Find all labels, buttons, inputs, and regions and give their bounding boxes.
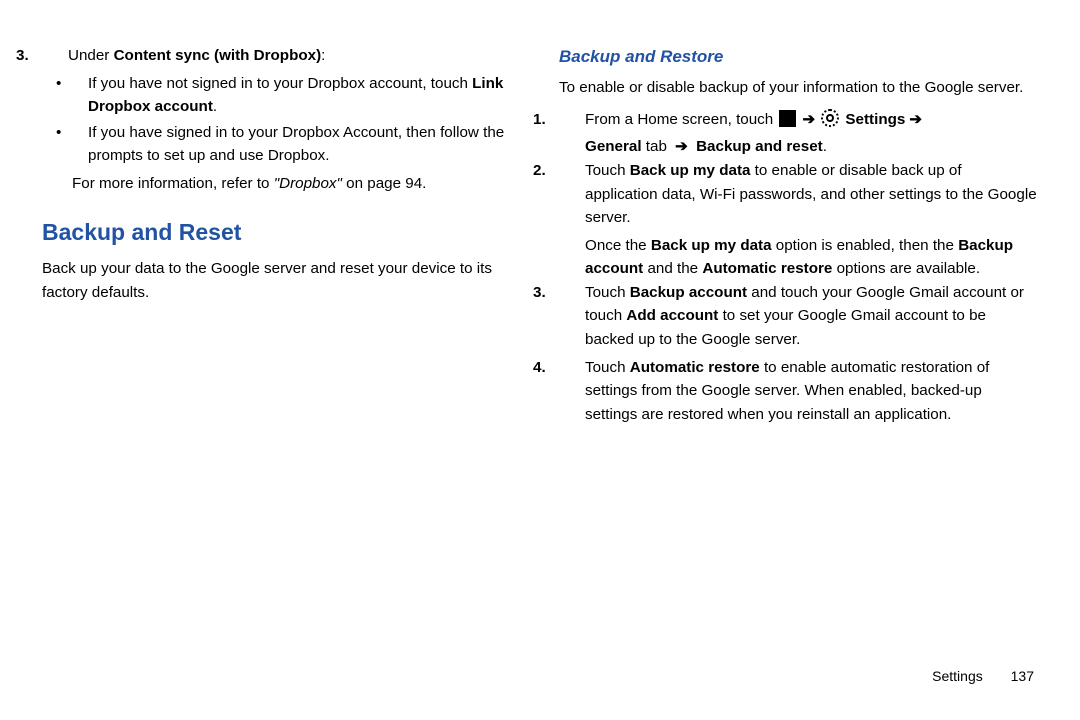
bold-text: Backup account xyxy=(630,284,747,301)
right-column: Backup and Restore To enable or disable … xyxy=(559,44,1038,678)
arrow-icon: ➔ xyxy=(802,111,815,128)
bold-text: Settings xyxy=(845,111,905,128)
gear-icon xyxy=(821,109,839,127)
text: Touch xyxy=(585,162,630,179)
bold-text: Back up my data xyxy=(630,162,751,179)
bold-text: General xyxy=(585,138,642,155)
text: tab xyxy=(642,138,672,155)
backup-reset-intro: Back up your data to the Google server a… xyxy=(42,257,521,304)
text: on page 94. xyxy=(342,175,426,192)
right-step1: 1.From a Home screen, touch ➔ Settings➔ xyxy=(559,108,1038,132)
left-step3-ref: For more information, refer to "Dropbox"… xyxy=(72,172,521,196)
page-footer: Settings 137 xyxy=(932,666,1034,688)
footer-page-number: 137 xyxy=(1011,668,1034,684)
bold-text: Automatic restore xyxy=(630,359,760,376)
text: Once the xyxy=(585,237,651,254)
footer-section: Settings xyxy=(932,668,983,684)
text: . xyxy=(213,98,217,115)
bullet: • xyxy=(72,121,88,145)
left-column: 3.Under Content sync (with Dropbox): •If… xyxy=(42,44,521,678)
text: If you have not signed in to your Dropbo… xyxy=(88,75,472,92)
italic-text: "Dropbox" xyxy=(274,175,342,192)
text: If you have signed in to your Dropbox Ac… xyxy=(88,124,504,165)
right-step4: 4.Touch Automatic restore to enable auto… xyxy=(559,356,1038,427)
step-number: 3. xyxy=(559,281,585,305)
text: and the xyxy=(643,260,702,277)
heading-backup-and-restore: Backup and Restore xyxy=(559,44,1038,70)
arrow-icon: ➔ xyxy=(909,111,922,128)
bold-text: Backup and reset xyxy=(696,138,823,155)
text: From a Home screen, touch xyxy=(585,111,777,128)
bold-text: Add account xyxy=(626,307,718,324)
bullet: • xyxy=(72,72,88,96)
left-step3: 3.Under Content sync (with Dropbox): xyxy=(42,44,521,68)
bold-text: Content sync (with Dropbox) xyxy=(114,47,322,64)
text: : xyxy=(321,47,325,64)
text: Under xyxy=(68,47,114,64)
right-step1-line2: General tab ➔ Backup and reset. xyxy=(585,135,1038,159)
text: options are available. xyxy=(832,260,980,277)
right-step3: 3.Touch Backup account and touch your Go… xyxy=(559,281,1038,352)
text: Touch xyxy=(585,284,630,301)
text: . xyxy=(823,138,827,155)
text: For more information, refer to xyxy=(72,175,274,192)
step-number: 1. xyxy=(559,108,585,132)
text: Touch xyxy=(585,359,630,376)
right-step2-p2: Once the Back up my data option is enabl… xyxy=(585,234,1038,281)
step-number: 3. xyxy=(42,44,68,68)
backup-restore-intro: To enable or disable backup of your info… xyxy=(559,76,1038,100)
heading-backup-and-reset: Backup and Reset xyxy=(42,215,521,251)
arrow-icon: ➔ xyxy=(675,138,688,155)
left-step3-sub1: •If you have not signed in to your Dropb… xyxy=(72,72,521,119)
bold-text: Back up my data xyxy=(651,237,772,254)
apps-icon xyxy=(779,110,796,127)
step-number: 2. xyxy=(559,159,585,183)
bold-text: Automatic restore xyxy=(702,260,832,277)
right-step2: 2.Touch Back up my data to enable or dis… xyxy=(559,159,1038,230)
step-number: 4. xyxy=(559,356,585,380)
left-step3-sub2: •If you have signed in to your Dropbox A… xyxy=(72,121,521,168)
text: option is enabled, then the xyxy=(772,237,959,254)
